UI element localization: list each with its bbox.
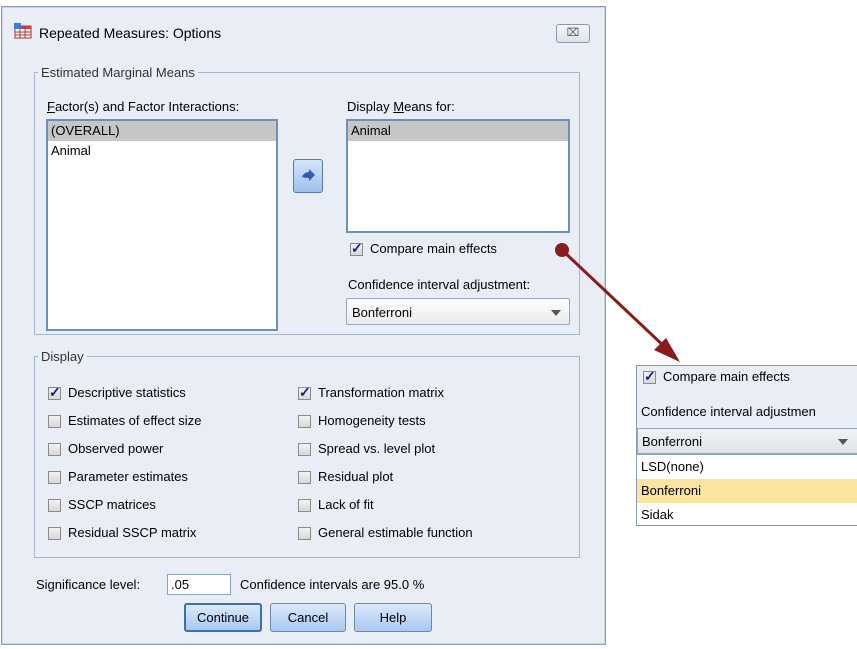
emm-group-label: Estimated Marginal Means [41,65,195,80]
effect-size-checkbox[interactable] [48,415,61,428]
display-item-animal[interactable]: Animal [348,121,568,141]
homogeneity-tests-checkbox[interactable] [298,415,311,428]
zoom-inset: ✓ Compare main effects Confidence interv… [636,365,857,526]
ci-adjustment-label: Confidence interval adjustment: [348,277,531,292]
observed-power-label: Observed power [68,441,164,456]
residual-plot-label: Residual plot [318,469,394,484]
ci-percent-text: Confidence intervals are 95.0 % [240,577,425,592]
factors-listbox[interactable]: (OVERALL) Animal [46,119,278,331]
option-bonferroni[interactable]: Bonferroni [637,479,857,503]
homogeneity-tests-label: Homogeneity tests [318,413,426,428]
compare-main-effects-label: Compare main effects [370,241,497,256]
descriptive-statistics-label: Descriptive statistics [68,385,186,400]
zoom-chevron-down-icon [838,439,848,445]
sscp-matrices-checkbox[interactable] [48,499,61,512]
close-icon: ⌧ [566,27,580,39]
spread-level-label: Spread vs. level plot [318,441,436,456]
move-to-display-button[interactable] [293,159,323,193]
lack-of-fit-checkbox[interactable] [298,499,311,512]
spss-table-icon [14,23,32,39]
parameter-estimates-label: Parameter estimates [68,469,188,484]
display-group-label: Display [41,349,84,364]
zoom-compare-checkbox[interactable]: ✓ [643,368,656,384]
residual-sscp-checkbox[interactable] [48,527,61,540]
right-arrow-icon [302,169,315,181]
effect-size-label: Estimates of effect size [68,413,202,428]
close-button[interactable]: ⌧ [556,24,590,43]
title-bar: Repeated Measures: Options ⌧ [2,7,605,53]
zoom-ci-value: Bonferroni [642,434,702,449]
transformation-matrix-label: Transformation matrix [318,385,444,400]
general-estimable-label: General estimable function [318,525,473,540]
general-estimable-checkbox[interactable] [298,527,311,540]
ci-adjustment-combo[interactable]: Bonferroni [346,298,570,325]
sscp-matrices-label: SSCP matrices [68,497,156,512]
continue-button[interactable]: Continue [184,603,262,632]
option-lsd[interactable]: LSD(none) [637,455,857,479]
cancel-button[interactable]: Cancel [270,603,346,632]
factors-label: Factor(s) and Factor Interactions: [47,99,240,114]
factor-item-animal[interactable]: Animal [48,141,276,161]
chevron-down-icon [551,310,561,316]
significance-input[interactable]: .05 [167,574,231,595]
observed-power-checkbox[interactable] [48,443,61,456]
lack-of-fit-label: Lack of fit [318,497,374,512]
display-means-listbox[interactable]: Animal [346,119,570,233]
display-means-label: Display Means for: [347,99,455,114]
factor-item-overall[interactable]: (OVERALL) [48,121,276,141]
zoom-ci-label: Confidence interval adjustmen [641,404,816,419]
residual-plot-checkbox[interactable] [298,471,311,484]
zoom-dropdown-list: LSD(none) Bonferroni Sidak [637,454,857,525]
options-dialog: Repeated Measures: Options ⌧ Estimated M… [1,6,606,645]
parameter-estimates-checkbox[interactable] [48,471,61,484]
significance-label: Significance level: [36,577,141,592]
zoom-compare-label: Compare main effects [663,369,790,384]
dialog-title: Repeated Measures: Options [39,25,222,41]
residual-sscp-label: Residual SSCP matrix [68,525,197,540]
zoom-ci-combo[interactable]: Bonferroni [637,428,857,454]
option-sidak[interactable]: Sidak [637,503,857,525]
compare-main-effects-checkbox[interactable]: ✓ [350,240,363,256]
spread-level-checkbox[interactable] [298,443,311,456]
ci-adjustment-value: Bonferroni [352,305,412,320]
help-button[interactable]: Help [354,603,432,632]
descriptive-statistics-checkbox[interactable]: ✓ [48,384,61,400]
transformation-matrix-checkbox[interactable]: ✓ [298,384,311,400]
